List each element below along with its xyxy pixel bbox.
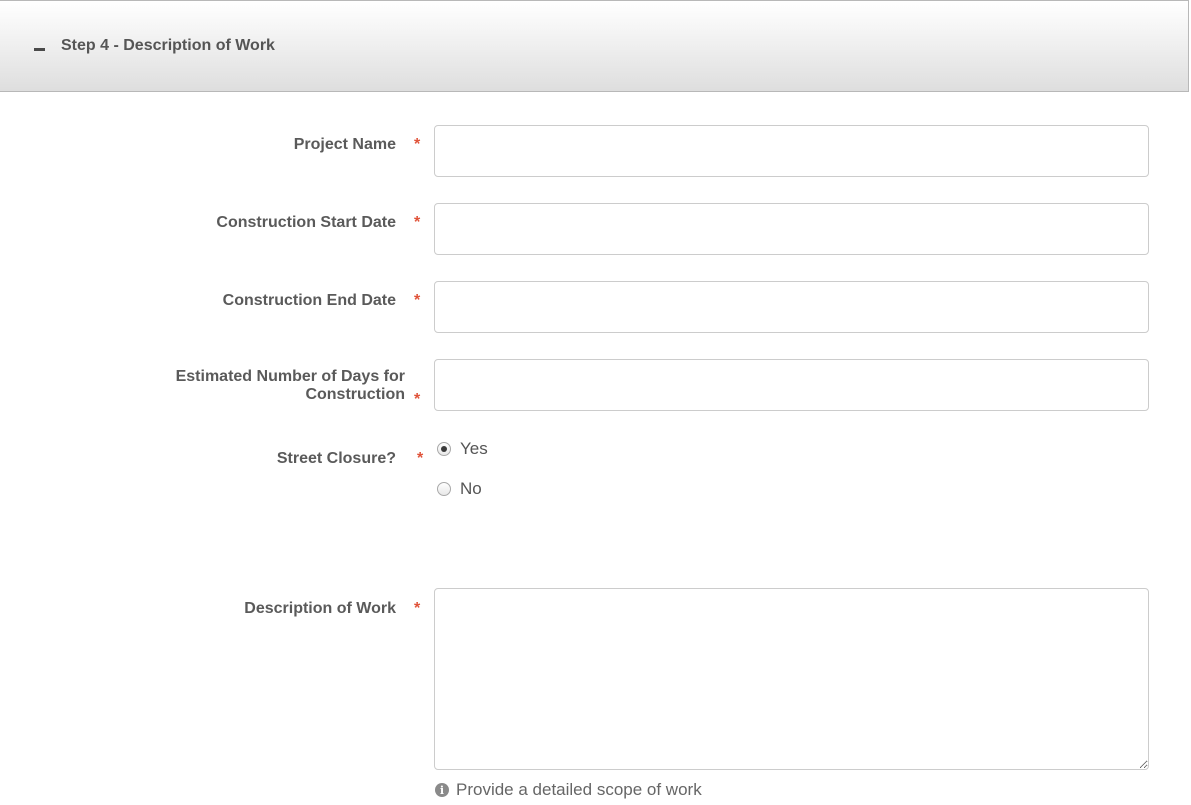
required-marker: *	[417, 450, 424, 467]
construction-end-date-input[interactable]	[434, 281, 1149, 333]
required-marker: *	[414, 391, 421, 408]
help-text: Provide a detailed scope of work	[456, 780, 702, 799]
estimated-days-label: Estimated Number of Days for Constructio…	[176, 368, 405, 404]
required-marker: *	[414, 214, 421, 231]
project-name-input[interactable]	[434, 125, 1149, 177]
description-of-work-textarea[interactable]	[434, 588, 1149, 770]
project-name-label: Project Name	[293, 136, 396, 153]
info-circle-icon: i	[435, 783, 449, 797]
estimated-days-input[interactable]	[434, 359, 1149, 411]
street-closure-yes-option[interactable]: Yes	[437, 438, 488, 460]
minus-icon[interactable]	[34, 48, 45, 51]
construction-start-date-label: Construction Start Date	[216, 214, 396, 231]
required-marker: *	[414, 136, 421, 153]
estimated-days-label-line1: Estimated Number of Days for	[175, 368, 405, 385]
panel-title: Step 4 - Description of Work	[61, 37, 275, 54]
required-marker: *	[414, 292, 421, 309]
required-marker: *	[414, 600, 421, 617]
radio-yes-label[interactable]: Yes	[460, 439, 488, 459]
radio-no-label[interactable]: No	[460, 479, 482, 499]
description-of-work-label: Description of Work	[244, 600, 396, 617]
street-closure-label: Street Closure?	[276, 450, 396, 467]
description-help-text: i Provide a detailed scope of work	[435, 780, 702, 800]
construction-end-date-label: Construction End Date	[222, 292, 396, 309]
street-closure-no-option[interactable]: No	[437, 478, 482, 500]
step-4-panel-header[interactable]: Step 4 - Description of Work	[0, 0, 1189, 92]
radio-yes[interactable]	[437, 442, 451, 456]
radio-no[interactable]	[437, 482, 451, 496]
estimated-days-label-line2: Construction	[305, 386, 405, 403]
construction-start-date-input[interactable]	[434, 203, 1149, 255]
